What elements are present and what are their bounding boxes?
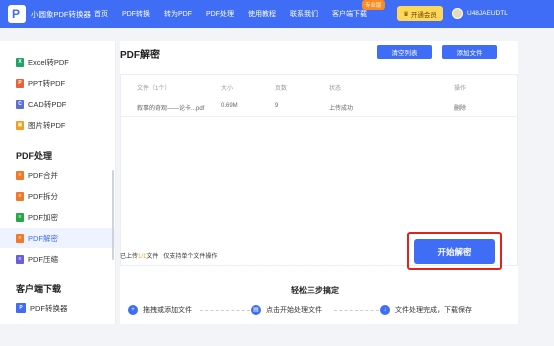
- sidebar-item-pdf-split[interactable]: ≡ PDF拆分: [16, 189, 58, 203]
- note-extra: 仅支持单个文件操作: [163, 254, 218, 260]
- merge-icon: ≡: [16, 170, 24, 180]
- decrypt-icon: ≡: [16, 233, 24, 243]
- nav-contact[interactable]: 联系我们: [290, 9, 318, 19]
- sidebar-item-pdf-merge[interactable]: ≡ PDF合并: [16, 168, 58, 182]
- main-panel: PDF解密 清空列表 添加文件 文件（1个） 大小 页数 状态 操作 叙事的奇观…: [120, 41, 518, 324]
- sidebar-section-client-download: 客户端下载: [16, 284, 62, 294]
- start-decrypt-button[interactable]: 开始解密: [414, 239, 495, 264]
- step-label: 点击开始处理文件: [266, 307, 322, 314]
- sidebar-item-pdf-decrypt[interactable]: ≡ PDF解密: [16, 231, 58, 245]
- split-icon: ≡: [16, 191, 24, 201]
- ppt-icon: P: [16, 78, 24, 88]
- sidebar-item-label: PDF拆分: [28, 191, 58, 201]
- nav-pdf-process[interactable]: PDF处理: [206, 9, 234, 19]
- sidebar-item-label: PDF加密: [28, 212, 58, 222]
- sidebar: X Excel转PDF P PPT转PDF C CAD转PDF ▣ 图片转PDF…: [0, 41, 116, 324]
- start-button-highlight: 开始解密: [407, 232, 502, 270]
- step-label: 文件处理完成，下载保存: [395, 307, 472, 314]
- sidebar-item-pdf-compress[interactable]: ≡ PDF压缩: [16, 252, 58, 266]
- table-row: 叙事的奇观——论卡...pdf 0.69M 9 上传成功 删除: [121, 97, 517, 117]
- main-nav: 首页 PDF转换 转为PDF PDF处理 使用教程 联系我们 客户端下载: [94, 9, 381, 19]
- brand-name[interactable]: 小圆象PDF转换器: [31, 9, 91, 20]
- sidebar-item-label: 图片转PDF: [28, 120, 66, 130]
- nav-pdf-convert[interactable]: PDF转换: [122, 9, 150, 19]
- encrypt-icon: ≡: [16, 212, 24, 222]
- compress-icon: ≡: [16, 254, 24, 264]
- column-header-pages: 页数: [275, 86, 288, 92]
- sidebar-item-label: PDF解密: [28, 233, 58, 243]
- sidebar-item-label: CAD转PDF: [28, 99, 67, 109]
- delete-file-link[interactable]: 删除: [454, 103, 466, 112]
- nav-tutorial[interactable]: 使用教程: [248, 9, 276, 19]
- note-suffix: 文件: [146, 254, 159, 260]
- username[interactable]: U48JAEUDTL: [467, 10, 508, 17]
- nav-client-download[interactable]: 客户端下载: [332, 9, 367, 19]
- file-name: 叙事的奇观——论卡...pdf: [137, 106, 205, 112]
- step-2: ▤ 点击开始处理文件: [251, 305, 322, 315]
- clear-list-button[interactable]: 清空列表: [377, 45, 432, 59]
- sidebar-item-pdf-encrypt[interactable]: ≡ PDF加密: [16, 210, 58, 224]
- sidebar-section-pdf-process: PDF处理: [16, 151, 53, 161]
- sidebar-item-label: PDF转换器: [30, 303, 68, 313]
- page-title: PDF解密: [120, 50, 160, 61]
- sidebar-item-label: PDF压缩: [28, 254, 58, 264]
- step-label: 拖拽或添加文件: [143, 307, 192, 314]
- step-1: + 拖拽或添加文件: [128, 305, 192, 315]
- steps-title: 轻松三步搞定: [291, 286, 339, 295]
- vip-button[interactable]: ♛ 开通会员: [397, 6, 443, 21]
- app-logo[interactable]: P: [8, 5, 26, 23]
- nav-to-pdf[interactable]: 转为PDF: [164, 9, 192, 19]
- avatar[interactable]: [452, 8, 463, 19]
- step-connector: [200, 310, 250, 311]
- process-icon: ▤: [251, 305, 261, 315]
- note-prefix: 已上传: [120, 254, 139, 260]
- top-navbar: P 小圆象PDF转换器 首页 PDF转换 转为PDF PDF处理 使用教程 联系…: [0, 0, 554, 28]
- sidebar-item-label: PDF合并: [28, 170, 58, 180]
- vip-button-label: 开通会员: [410, 11, 437, 19]
- column-header-file: 文件（1个）: [137, 86, 171, 92]
- upload-note: 已上传1/1文件 仅支持单个文件操作: [120, 251, 217, 260]
- image-icon: ▣: [16, 120, 24, 130]
- sidebar-item-pdf-converter[interactable]: P PDF转换器: [16, 301, 68, 315]
- sidebar-item-label: PPT转PDF: [28, 78, 66, 88]
- add-file-button[interactable]: 添加文件: [442, 45, 497, 59]
- table-header: 文件（1个） 大小 页数 状态 操作: [121, 75, 517, 97]
- cad-icon: C: [16, 99, 24, 109]
- crown-icon: ♛: [403, 10, 409, 18]
- file-size: 0.69M: [221, 103, 238, 109]
- download-icon: ↓: [380, 305, 390, 315]
- plus-icon: +: [128, 305, 138, 315]
- sidebar-item-image-to-pdf[interactable]: ▣ 图片转PDF: [16, 118, 66, 132]
- file-pages: 9: [275, 103, 279, 109]
- excel-icon: X: [16, 57, 24, 67]
- converter-app-icon: P: [16, 303, 26, 313]
- file-status: 上传成功: [329, 106, 354, 112]
- column-header-status: 状态: [329, 86, 342, 92]
- step-connector: [334, 310, 379, 311]
- sidebar-item-ppt-to-pdf[interactable]: P PPT转PDF: [16, 76, 65, 90]
- sidebar-scrollbar[interactable]: [112, 170, 114, 260]
- sidebar-item-label: Excel转PDF: [28, 57, 69, 67]
- nav-home[interactable]: 首页: [94, 9, 108, 19]
- sidebar-item-excel-to-pdf[interactable]: X Excel转PDF: [16, 55, 69, 69]
- step-3: ↓ 文件处理完成，下载保存: [380, 305, 472, 315]
- sidebar-item-cad-to-pdf[interactable]: C CAD转PDF: [16, 97, 66, 111]
- page-bottom-background: [0, 326, 554, 346]
- column-header-size: 大小: [221, 86, 234, 92]
- column-header-action: 操作: [454, 86, 467, 92]
- pro-badge: 专业版: [362, 0, 385, 10]
